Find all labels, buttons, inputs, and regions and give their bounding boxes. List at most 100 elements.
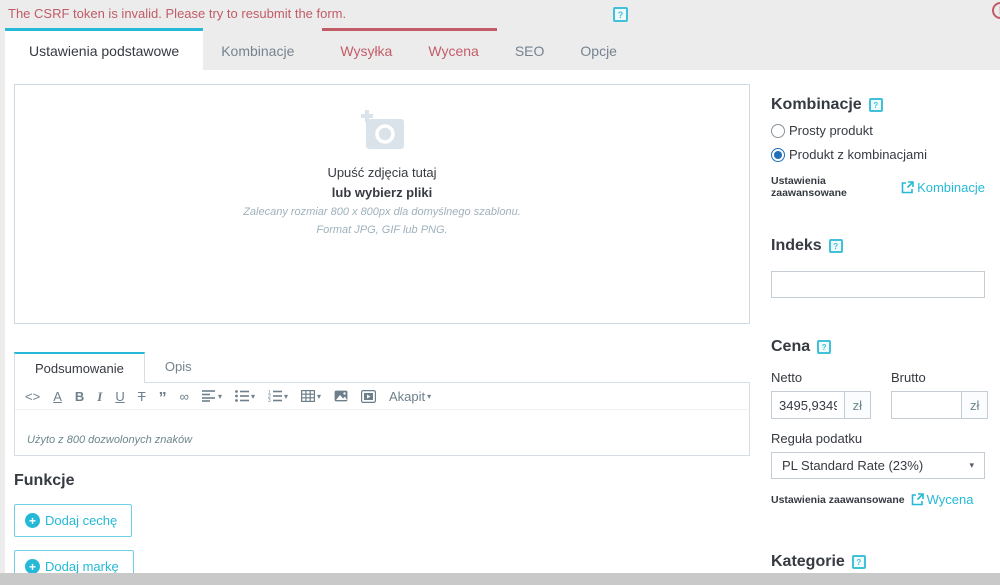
italic-icon[interactable]: I — [97, 390, 102, 403]
bold-glyph: B — [74, 388, 85, 404]
help-icon[interactable]: ? — [851, 555, 866, 569]
dropzone-line1: Upuść zdjęcia tutaj — [327, 165, 437, 180]
code-icon[interactable]: <> — [25, 390, 40, 403]
code-glyph: <> — [25, 388, 41, 404]
help-icon[interactable]: ? — [817, 340, 832, 354]
tab-label: Ustawienia podstawowe — [29, 42, 180, 59]
unordered-list-caret: ▾ — [250, 391, 255, 401]
right-sidebar: Kombinacje ? Prosty produkt Produkt z ko… — [758, 70, 1000, 573]
currency-suffix: zł — [961, 391, 989, 419]
align-icon[interactable]: ▾ — [201, 390, 222, 402]
summary-textarea[interactable]: Użyto z 800 dozwolonych znaków — [15, 409, 749, 455]
editor-box: <> A B I U T ” ∞ ▾ ▾ 1 2 3 ▾ ▾ Akapit ▾ … — [14, 382, 750, 456]
editor-tab-podsumowanie[interactable]: Podsumowanie — [14, 352, 145, 383]
bold-icon[interactable]: B — [75, 390, 84, 403]
paragraph-format-caret: ▾ — [427, 391, 432, 401]
strikethrough-icon[interactable]: T — [138, 390, 146, 403]
image-dropzone[interactable]: Upuść zdjęcia tutaj lub wybierz pliki Za… — [14, 84, 750, 324]
price-section: Cena ? Netto zł Brutto zł — [771, 338, 989, 507]
link-icon[interactable]: ∞ — [180, 390, 189, 403]
unordered-list-icon[interactable]: ▾ — [235, 390, 255, 402]
tab-kombinacje[interactable]: Kombinacje — [203, 28, 312, 70]
radio-product-with-combinations[interactable]: Produkt z kombinacjami — [771, 147, 985, 162]
reference-section: Indeks ? — [771, 237, 985, 298]
tab-label: SEO — [514, 42, 545, 59]
add-brand-button[interactable]: + Dodaj markę — [14, 550, 134, 573]
csrf-error-message: The CSRF token is invalid. Please try to… — [8, 6, 347, 21]
forecolor-glyph: A — [53, 388, 62, 404]
dropzone-hint-size: Zalecany rozmiar 800 x 800px dla domyśln… — [243, 206, 521, 218]
left-column: Upuść zdjęcia tutaj lub wybierz pliki Za… — [5, 70, 758, 573]
paragraph-format-dropdown[interactable]: Akapit ▾ — [389, 390, 431, 403]
editor-tab-label: Podsumowanie — [35, 361, 124, 376]
tab-opcje[interactable]: Opcje — [562, 28, 635, 70]
description-editor: Podsumowanie Opis <> A B I U T ” ∞ ▾ ▾ 1… — [14, 352, 750, 456]
help-icon[interactable]: ? — [613, 7, 628, 22]
product-tabs: Ustawienia podstawowe Kombinacje Wysyłka… — [0, 28, 1000, 70]
basic-settings-panel: Upuść zdjęcia tutaj lub wybierz pliki Za… — [5, 70, 1000, 573]
reference-title: Indeks — [771, 237, 822, 254]
underline-glyph: U — [115, 388, 125, 404]
link-glyph: ∞ — [179, 388, 189, 404]
blockquote-icon[interactable]: ” — [158, 389, 167, 407]
tab-ustawienia-podstawowe[interactable]: Ustawienia podstawowe — [5, 28, 204, 70]
blockquote-glyph: ” — [158, 389, 167, 407]
dropzone-select-files-link[interactable]: lub wybierz pliki — [332, 185, 432, 200]
image-icon[interactable] — [334, 390, 348, 402]
net-price-label: Netto — [771, 370, 803, 385]
external-link-icon — [911, 493, 924, 506]
tab-wycena[interactable]: Wycena — [410, 31, 496, 70]
tax-rule-select[interactable]: PL Standard Rate (23%) ▾ — [771, 452, 985, 479]
media-icon[interactable] — [361, 389, 376, 403]
table-icon[interactable]: ▾ — [300, 390, 321, 402]
table-caret: ▾ — [316, 391, 321, 401]
tab-error-group: Wysyłka Wycena — [322, 28, 497, 70]
paragraph-format-label: Akapit — [389, 388, 426, 404]
combinations-link-label: Kombinacje — [917, 179, 985, 195]
editor-tab-opis[interactable]: Opis — [145, 352, 212, 382]
tab-wysylka[interactable]: Wysyłka — [322, 31, 410, 70]
features-title: Funkcje — [14, 472, 75, 489]
add-feature-button[interactable]: + Dodaj cechę — [14, 504, 133, 537]
net-price-input[interactable] — [771, 391, 844, 419]
currency-suffix: zł — [843, 391, 871, 419]
horizontal-scrollbar[interactable] — [0, 573, 1000, 585]
combinations-title: Kombinacje — [771, 96, 862, 113]
radio-simple-product[interactable]: Prosty produkt — [771, 123, 985, 138]
price-title: Cena — [771, 338, 811, 355]
add-feature-label: Dodaj cechę — [45, 513, 118, 528]
reference-input[interactable] — [771, 271, 985, 298]
plus-icon: + — [25, 559, 40, 573]
tab-label: Wysyłka — [340, 42, 393, 59]
gross-price-input[interactable] — [891, 391, 961, 419]
ordered-list-icon[interactable]: 123 ▾ — [268, 390, 288, 402]
advanced-settings-label: Ustawienia zaawansowane — [771, 175, 847, 199]
help-icon[interactable]: ? — [828, 239, 843, 253]
help-icon[interactable]: ? — [868, 98, 883, 112]
camera-plus-icon — [356, 109, 408, 153]
features-section: Funkcje + Dodaj cechę + Dodaj markę — [14, 472, 750, 573]
pricing-link[interactable]: Wycena — [911, 492, 974, 507]
editor-toolbar: <> A B I U T ” ∞ ▾ ▾ 1 2 3 ▾ ▾ Akapit ▾ — [15, 383, 749, 409]
tab-label: Wycena — [428, 42, 479, 59]
categories-section: Kategorie ? POWIĄZANE KATEGORIE Strona g… — [771, 553, 985, 573]
advanced-settings-label: Ustawienia zaawansowane — [771, 493, 905, 506]
alert-error-icon[interactable]: ! — [992, 2, 1000, 19]
categories-title: Kategorie — [771, 553, 845, 570]
align-caret: ▾ — [217, 391, 222, 401]
radio-icon — [771, 123, 785, 138]
editor-tabs: Podsumowanie Opis — [14, 352, 750, 383]
editor-tab-label: Opis — [164, 359, 192, 374]
underline-icon[interactable]: U — [115, 390, 124, 403]
strikethrough-glyph: T — [137, 388, 146, 404]
tab-seo[interactable]: SEO — [497, 28, 563, 70]
radio-label: Prosty produkt — [789, 123, 873, 138]
combinations-link[interactable]: Kombinacje — [901, 180, 985, 195]
character-counter: Użyto z 800 dozwolonych znaków — [27, 434, 193, 446]
text-color-icon[interactable]: A — [53, 390, 62, 403]
add-brand-label: Dodaj markę — [45, 559, 119, 573]
tab-label: Kombinacje — [221, 42, 295, 59]
ordered-list-caret: ▾ — [283, 391, 288, 401]
tab-label: Opcje — [580, 42, 617, 59]
italic-glyph: I — [97, 388, 103, 404]
